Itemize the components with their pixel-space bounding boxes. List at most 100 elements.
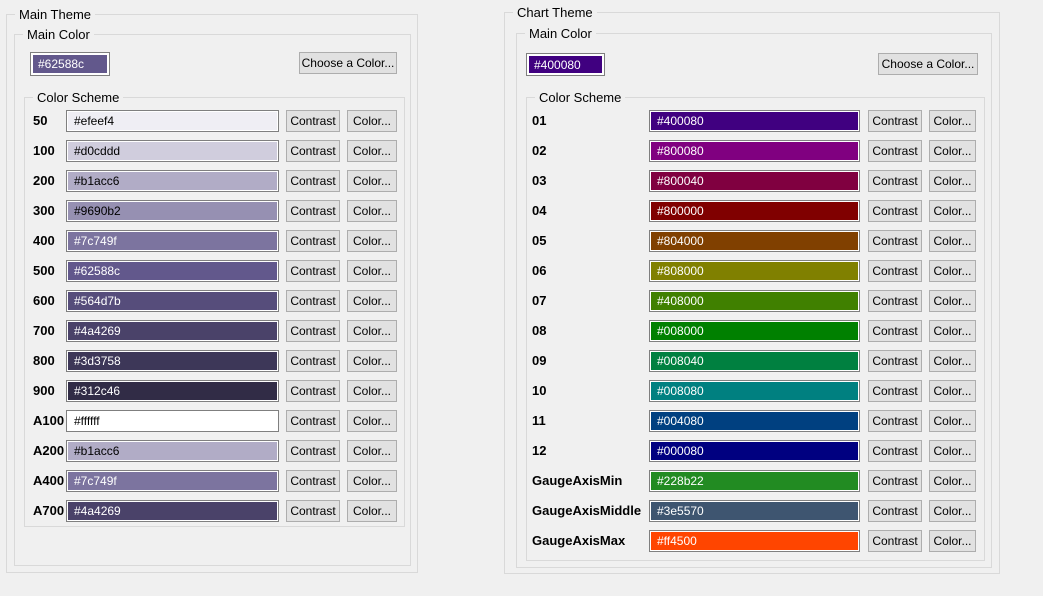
color-value-field[interactable]: #400080	[649, 110, 860, 132]
contrast-button[interactable]: Contrast	[868, 440, 922, 462]
color-button[interactable]: Color...	[929, 170, 976, 192]
color-scheme-row: A200 #b1acc6 Contrast Color...	[25, 440, 404, 470]
main-color-value-field[interactable]: #400080	[526, 53, 605, 76]
contrast-button[interactable]: Contrast	[286, 440, 340, 462]
color-button[interactable]: Color...	[347, 320, 397, 342]
color-value-field[interactable]: #b1acc6	[66, 440, 279, 462]
color-button[interactable]: Color...	[347, 140, 397, 162]
color-button[interactable]: Color...	[347, 260, 397, 282]
color-value-field[interactable]: #008000	[649, 320, 860, 342]
contrast-button[interactable]: Contrast	[868, 500, 922, 522]
color-button[interactable]: Color...	[929, 500, 976, 522]
color-button[interactable]: Color...	[929, 260, 976, 282]
contrast-button[interactable]: Contrast	[286, 200, 340, 222]
chart-theme-main-color-group: Main Color #400080 Choose a Color... Col…	[516, 33, 992, 568]
color-value-field[interactable]: #000080	[649, 440, 860, 462]
color-value-field[interactable]: #7c749f	[66, 470, 279, 492]
contrast-button[interactable]: Contrast	[868, 380, 922, 402]
choose-color-button[interactable]: Choose a Color...	[299, 52, 397, 74]
color-value-field[interactable]: #312c46	[66, 380, 279, 402]
color-button[interactable]: Color...	[929, 380, 976, 402]
color-button[interactable]: Color...	[929, 230, 976, 252]
color-button[interactable]: Color...	[929, 350, 976, 372]
contrast-button[interactable]: Contrast	[868, 470, 922, 492]
color-scheme-row: 02 #800080 Contrast Color...	[527, 140, 984, 170]
contrast-button[interactable]: Contrast	[868, 200, 922, 222]
color-button[interactable]: Color...	[929, 140, 976, 162]
color-button[interactable]: Color...	[347, 440, 397, 462]
color-value-field[interactable]: #564d7b	[66, 290, 279, 312]
contrast-button[interactable]: Contrast	[286, 500, 340, 522]
contrast-button[interactable]: Contrast	[286, 470, 340, 492]
color-value-field[interactable]: #800080	[649, 140, 860, 162]
color-button[interactable]: Color...	[347, 200, 397, 222]
color-value-field[interactable]: #4a4269	[66, 500, 279, 522]
color-value-field[interactable]: #800000	[649, 200, 860, 222]
color-button[interactable]: Color...	[347, 410, 397, 432]
color-value-field[interactable]: #62588c	[66, 260, 279, 282]
color-value-field[interactable]: #004080	[649, 410, 860, 432]
contrast-button[interactable]: Contrast	[286, 260, 340, 282]
color-value-field[interactable]: #408000	[649, 290, 860, 312]
color-value-field[interactable]: #3e5570	[649, 500, 860, 522]
color-value-field[interactable]: #7c749f	[66, 230, 279, 252]
color-value-field[interactable]: #804000	[649, 230, 860, 252]
contrast-button[interactable]: Contrast	[286, 170, 340, 192]
color-key-label: A200	[33, 440, 66, 462]
color-button[interactable]: Color...	[929, 200, 976, 222]
contrast-button[interactable]: Contrast	[868, 350, 922, 372]
contrast-button[interactable]: Contrast	[286, 350, 340, 372]
contrast-button[interactable]: Contrast	[286, 380, 340, 402]
color-button[interactable]: Color...	[347, 380, 397, 402]
color-value-field[interactable]: #ff4500	[649, 530, 860, 552]
color-value-field[interactable]: #d0cddd	[66, 140, 279, 162]
contrast-button[interactable]: Contrast	[868, 530, 922, 552]
contrast-button[interactable]: Contrast	[286, 290, 340, 312]
color-button[interactable]: Color...	[347, 290, 397, 312]
color-button[interactable]: Color...	[929, 470, 976, 492]
contrast-button[interactable]: Contrast	[868, 260, 922, 282]
contrast-button[interactable]: Contrast	[868, 230, 922, 252]
contrast-button[interactable]: Contrast	[286, 140, 340, 162]
color-button[interactable]: Color...	[929, 410, 976, 432]
contrast-button[interactable]: Contrast	[286, 320, 340, 342]
color-button[interactable]: Color...	[347, 230, 397, 252]
color-button[interactable]: Color...	[347, 110, 397, 132]
contrast-button[interactable]: Contrast	[286, 110, 340, 132]
color-value-field[interactable]: #efeef4	[66, 110, 279, 132]
contrast-button[interactable]: Contrast	[868, 140, 922, 162]
main-theme-group: Main Theme Main Color #62588c Choose a C…	[6, 14, 418, 573]
contrast-button[interactable]: Contrast	[286, 410, 340, 432]
contrast-button[interactable]: Contrast	[868, 110, 922, 132]
color-key-label: 04	[532, 200, 649, 222]
color-value-field[interactable]: #800040	[649, 170, 860, 192]
color-value-field[interactable]: #008080	[649, 380, 860, 402]
contrast-button[interactable]: Contrast	[286, 230, 340, 252]
color-value-field[interactable]: #4a4269	[66, 320, 279, 342]
color-button[interactable]: Color...	[929, 440, 976, 462]
color-scheme-row: 03 #800040 Contrast Color...	[527, 170, 984, 200]
color-value-field[interactable]: #ffffff	[66, 410, 279, 432]
color-value-field[interactable]: #808000	[649, 260, 860, 282]
color-button[interactable]: Color...	[347, 170, 397, 192]
color-button[interactable]: Color...	[929, 110, 976, 132]
main-color-value-field[interactable]: #62588c	[30, 52, 110, 76]
contrast-button[interactable]: Contrast	[868, 410, 922, 432]
color-button[interactable]: Color...	[347, 500, 397, 522]
color-button[interactable]: Color...	[929, 320, 976, 342]
color-value-field[interactable]: #008040	[649, 350, 860, 372]
contrast-button[interactable]: Contrast	[868, 320, 922, 342]
contrast-button[interactable]: Contrast	[868, 170, 922, 192]
color-value-field[interactable]: #b1acc6	[66, 170, 279, 192]
choose-color-button[interactable]: Choose a Color...	[878, 53, 978, 75]
color-value-field[interactable]: #3d3758	[66, 350, 279, 372]
color-value-field[interactable]: #9690b2	[66, 200, 279, 222]
color-button[interactable]: Color...	[929, 290, 976, 312]
color-key-label: A700	[33, 500, 66, 522]
color-button[interactable]: Color...	[929, 530, 976, 552]
color-button[interactable]: Color...	[347, 350, 397, 372]
contrast-button[interactable]: Contrast	[868, 290, 922, 312]
color-value-field[interactable]: #228b22	[649, 470, 860, 492]
color-button[interactable]: Color...	[347, 470, 397, 492]
chart-theme-group: Chart Theme Main Color #400080 Choose a …	[504, 12, 1000, 574]
